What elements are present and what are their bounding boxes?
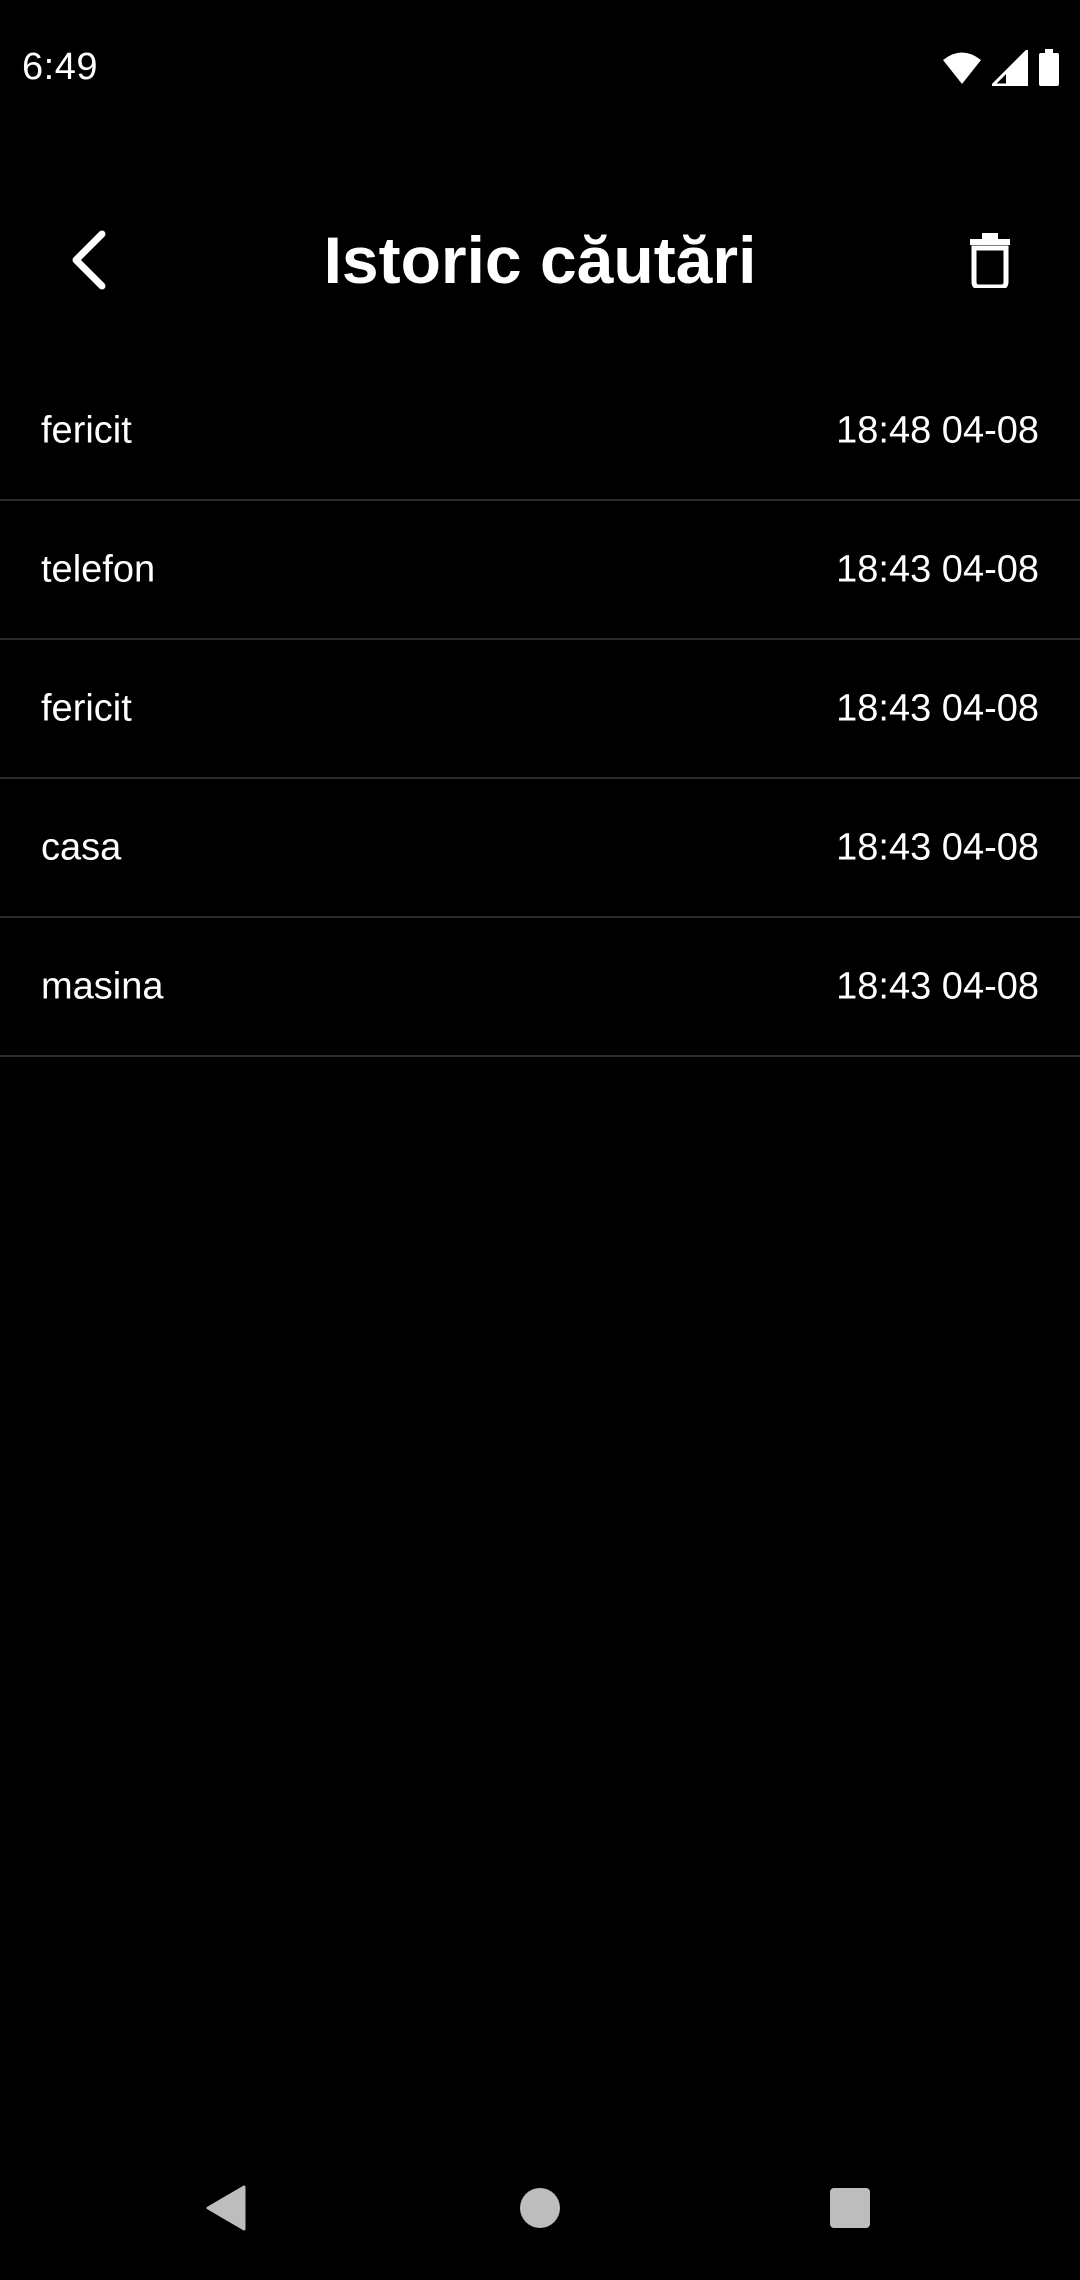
search-term: fericit [41,409,132,451]
system-nav-bar [0,2150,1080,2280]
nav-recents-button[interactable] [800,2160,900,2260]
screen: 6:49 Istoric căutări fericit 18:48 04-08… [0,0,1080,2280]
search-history-list: fericit 18:48 04-08 telefon 18:43 04-08 … [0,362,1080,1057]
list-item[interactable]: casa 18:43 04-08 [0,779,1080,918]
status-icons [942,48,1060,88]
list-item[interactable]: fericit 18:43 04-08 [0,640,1080,779]
home-circle-icon [518,2186,562,2235]
page-title: Istoric căutări [323,223,757,297]
cellular-signal-icon [992,50,1028,86]
status-bar: 6:49 [0,0,1080,140]
app-bar: Istoric căutări [0,190,1080,330]
search-timestamp: 18:43 04-08 [836,687,1039,729]
search-timestamp: 18:43 04-08 [836,826,1039,868]
nav-home-button[interactable] [490,2160,590,2260]
search-timestamp: 18:48 04-08 [836,409,1039,451]
recents-square-icon [828,2186,872,2235]
wifi-icon [942,51,982,85]
search-term: fericit [41,687,132,729]
list-item[interactable]: telefon 18:43 04-08 [0,501,1080,640]
search-term: casa [41,826,122,868]
status-time: 6:49 [22,46,98,88]
list-item[interactable]: fericit 18:48 04-08 [0,362,1080,501]
search-term: telefon [41,548,156,590]
nav-back-button[interactable] [176,2160,276,2260]
search-timestamp: 18:43 04-08 [836,548,1039,590]
search-term: masina [41,965,164,1007]
search-timestamp: 18:43 04-08 [836,965,1039,1007]
battery-icon [1038,49,1060,87]
back-triangle-icon [204,2184,248,2237]
clear-history-button[interactable] [948,220,1032,304]
trash-icon [968,232,1012,293]
list-item[interactable]: masina 18:43 04-08 [0,918,1080,1057]
